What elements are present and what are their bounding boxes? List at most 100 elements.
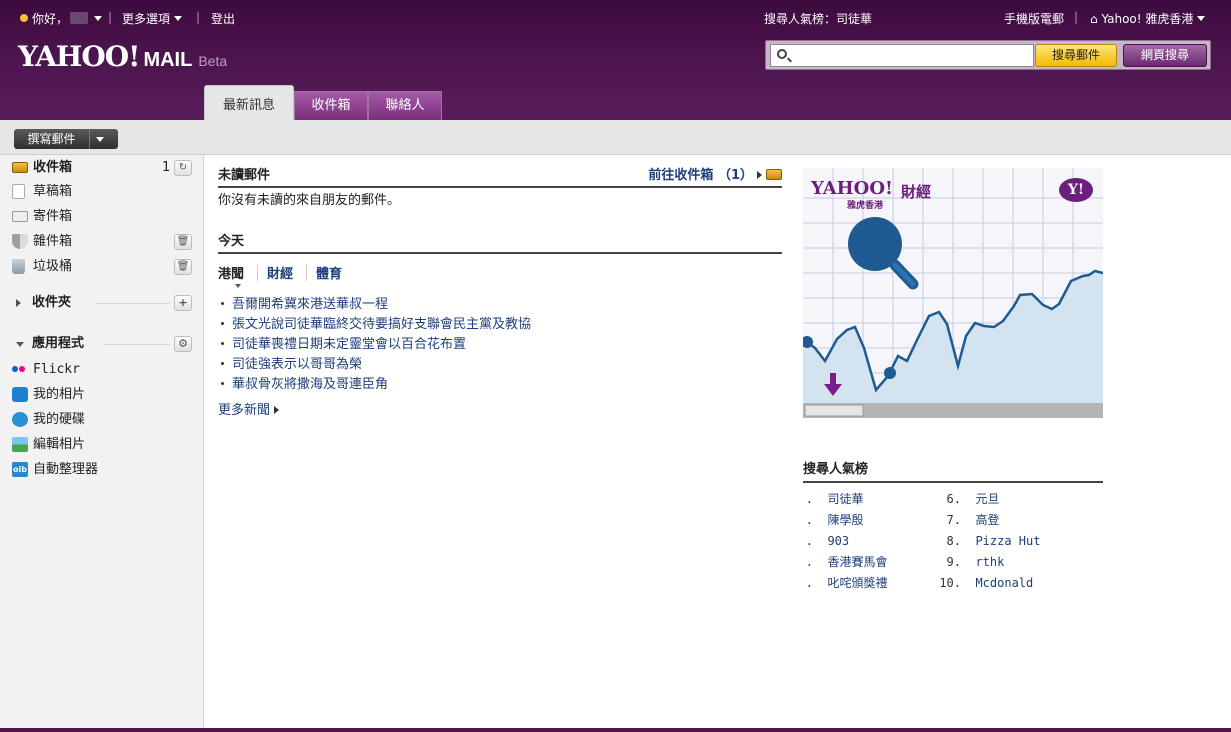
trend-item[interactable]: 6. 元旦 [935, 489, 1000, 509]
popular-search-link[interactable]: 搜尋人氣榜：司徒華 [764, 10, 872, 27]
folders-section[interactable]: 收件夾 + [16, 293, 196, 313]
yahoo-hk-link[interactable]: ⌂ Yahoo! 雅虎香港 [1090, 10, 1206, 27]
sidebar-item-inbox[interactable]: 收件箱 1 ↻ [12, 158, 196, 178]
yahoo-logo-icon: Y! [1059, 178, 1093, 202]
trend-item[interactable]: . 香港賽馬會 [803, 552, 888, 572]
more-news-link[interactable]: 更多新聞 [218, 399, 280, 418]
sidebar-item-label: 我的硬碟 [33, 412, 86, 427]
search-web-button[interactable]: 網頁搜尋 [1123, 44, 1207, 67]
news-item[interactable]: 華叔骨灰將撒海及哥連臣角 [218, 375, 388, 395]
sidebar-item-label: 草稿箱 [33, 184, 73, 199]
app-header: 你好， | 更多選項 | 登出 搜尋人氣榜：司徒華 手機版電郵 | ⌂ Yaho… [0, 0, 1231, 120]
news-item[interactable]: 司徒強表示以哥哥為榮 [218, 355, 362, 375]
unread-count: 1 [162, 160, 171, 175]
empty-spam-icon[interactable]: 🗑 [174, 234, 192, 250]
sidebar-app-photos[interactable]: 我的相片 [12, 385, 196, 405]
logo-mail: MAIL [143, 49, 193, 71]
arrow-right-icon [757, 171, 762, 179]
main-content: 未讀郵件 前往收件箱 （1） 你沒有未讀的來自朋友的郵件。 今天 港聞 財經 體… [205, 155, 1231, 728]
sidebar-item-spam[interactable]: 雜件箱 🗑 [12, 232, 196, 252]
divider: | [196, 10, 201, 24]
camera-icon [12, 387, 28, 402]
drive-icon [12, 412, 28, 427]
news-item[interactable]: 張文光說司徒華臨終交待要搞好支聯會民主黨及教協 [218, 315, 531, 335]
trash-icon [12, 259, 25, 274]
sidebar-item-label: 雜件箱 [33, 234, 73, 249]
photo-edit-icon [12, 437, 28, 452]
drafts-icon [12, 184, 25, 199]
tab-whats-new[interactable]: 最新訊息 [204, 85, 294, 120]
arrow-right-icon [274, 406, 280, 414]
news-tab-local[interactable]: 港聞 [218, 263, 244, 282]
apps-section[interactable]: 應用程式 ⚙ [16, 334, 196, 354]
divider [104, 344, 170, 345]
organizer-icon: oib [12, 462, 28, 477]
greeting-menu[interactable]: 你好， [20, 10, 103, 27]
active-tab-indicator-icon [235, 284, 241, 288]
trend-item[interactable]: 9. rthk [935, 552, 1005, 572]
apps-section-label: 應用程式 [32, 336, 85, 351]
username-redacted [70, 12, 89, 24]
inbox-icon [766, 169, 782, 180]
sidebar-item-sent[interactable]: 寄件箱 [12, 207, 196, 227]
gear-icon[interactable]: ⚙ [174, 336, 192, 352]
spam-shield-icon [12, 234, 28, 249]
trend-item[interactable]: . 903 [803, 531, 849, 551]
goto-inbox-label: 前往收件箱 （1） [648, 168, 753, 183]
sidebar-app-flickr[interactable]: Flickr [12, 360, 196, 380]
sidebar-app-drive[interactable]: 我的硬碟 [12, 410, 196, 430]
sidebar-item-trash[interactable]: 垃圾桶 🗑 [12, 257, 196, 277]
tab-contacts[interactable]: 聯絡人 [368, 91, 442, 120]
search-input[interactable] [770, 44, 1034, 67]
folders-section-label: 收件夾 [32, 295, 72, 310]
search-bar: 搜尋郵件 網頁搜尋 [765, 40, 1211, 70]
add-folder-icon[interactable]: + [174, 295, 192, 311]
today-title: 今天 [218, 234, 245, 249]
ad-section: 財經 [901, 183, 932, 201]
logo-beta: Beta [198, 53, 228, 69]
news-tab-finance[interactable]: 財經 [267, 263, 293, 282]
trend-item[interactable]: . 司徒華 [803, 489, 864, 509]
trend-item[interactable]: 7. 高登 [935, 510, 1000, 530]
sidebar-item-label: 收件箱 [33, 160, 73, 175]
news-item[interactable]: 吾爾開希冀來港送華叔一程 [218, 295, 388, 315]
finance-ad[interactable]: YAHOO! 雅虎香港 財經 Y! [803, 168, 1103, 418]
mobile-mail-link[interactable]: 手機版電郵 [1004, 10, 1064, 27]
sidebar-app-photo-editor[interactable]: 編輯相片 [12, 435, 196, 455]
chevron-down-icon[interactable] [96, 137, 104, 142]
sidebar-app-organizer[interactable]: oib 自動整理器 [12, 460, 196, 480]
status-dot-icon [20, 14, 28, 22]
search-mail-button[interactable]: 搜尋郵件 [1035, 44, 1117, 67]
compose-label: 撰寫郵件 [14, 129, 90, 149]
chevron-down-icon [94, 16, 103, 21]
divider [257, 265, 258, 281]
logo-yahoo: YAHOO! [18, 40, 140, 73]
today-section-header: 今天 [218, 230, 782, 254]
footer-bar [0, 728, 1231, 732]
news-item[interactable]: 司徒華喪禮日期未定靈堂會以百合花布置 [218, 335, 466, 355]
trend-item[interactable]: 8. Pizza Hut [935, 531, 1041, 551]
tab-inbox[interactable]: 收件箱 [294, 91, 368, 120]
more-options-menu[interactable]: 更多選項 [122, 10, 183, 27]
logout-link[interactable]: 登出 [211, 10, 235, 27]
sent-icon [12, 211, 28, 222]
refresh-icon[interactable]: ↻ [174, 160, 192, 176]
sidebar-item-label: 自動整理器 [33, 462, 99, 477]
trend-item[interactable]: . 陳學殷 [803, 510, 864, 530]
trend-item[interactable]: . 叱咤頒獎禮 [803, 573, 888, 593]
sidebar-item-label: 我的相片 [33, 387, 86, 402]
yahoo-mail-logo[interactable]: YAHOO! MAIL Beta [18, 40, 227, 73]
divider [306, 265, 307, 281]
expand-arrow-icon [16, 299, 21, 307]
trends-header: 搜尋人氣榜 [803, 457, 1103, 483]
inbox-icon [12, 162, 28, 173]
sidebar-item-drafts[interactable]: 草稿箱 [12, 182, 196, 202]
flickr-icon [12, 362, 28, 377]
news-tab-sports[interactable]: 體育 [316, 263, 342, 282]
trend-item[interactable]: 10. Mcdonald [935, 573, 1033, 593]
goto-inbox-link[interactable]: 前往收件箱 （1） [648, 164, 782, 188]
compose-button[interactable]: 撰寫郵件 [14, 129, 118, 149]
more-options-label: 更多選項 [122, 12, 171, 26]
unread-title: 未讀郵件 [218, 168, 271, 183]
empty-trash-icon[interactable]: 🗑 [174, 259, 192, 275]
